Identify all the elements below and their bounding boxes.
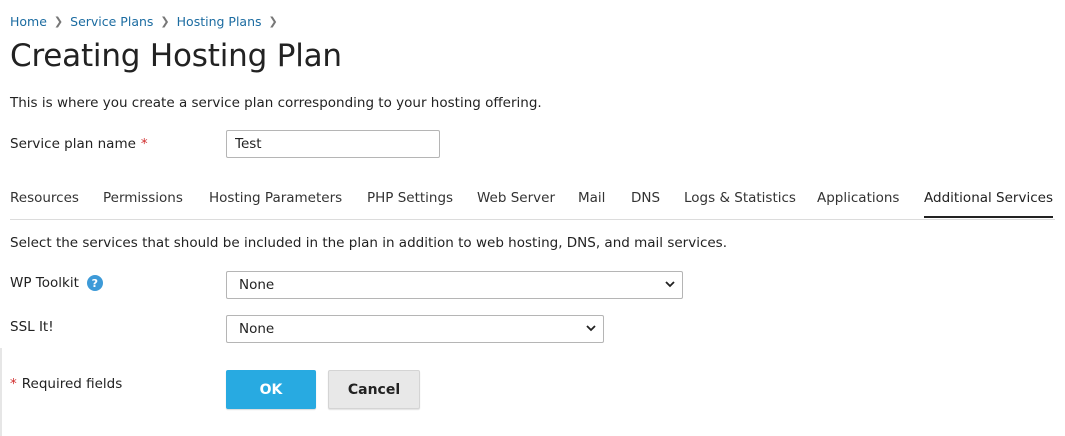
tab-php-settings[interactable]: PHP Settings bbox=[367, 190, 453, 218]
plan-tabs: Resources Permissions Hosting Parameters… bbox=[10, 190, 1055, 220]
ssl-it-label-text: SSL It! bbox=[10, 319, 54, 335]
services-description: Select the services that should be inclu… bbox=[10, 235, 728, 251]
required-asterisk: * bbox=[140, 136, 148, 152]
left-edge-rule bbox=[0, 348, 2, 436]
tab-resources[interactable]: Resources bbox=[10, 190, 79, 218]
service-plan-name-label: Service plan name * bbox=[10, 136, 148, 152]
page-title: Creating Hosting Plan bbox=[10, 38, 342, 74]
cancel-button[interactable]: Cancel bbox=[328, 370, 420, 409]
help-icon[interactable]: ? bbox=[86, 275, 103, 291]
required-fields-text: Required fields bbox=[21, 376, 123, 392]
service-plan-name-input[interactable] bbox=[226, 130, 440, 158]
ssl-it-label: SSL It! bbox=[10, 319, 54, 335]
service-plan-name-label-text: Service plan name bbox=[10, 136, 136, 152]
wp-toolkit-select-value: None bbox=[239, 277, 275, 293]
required-asterisk: * bbox=[10, 376, 17, 392]
chevron-right-icon: ❯ bbox=[268, 15, 278, 28]
chevron-right-icon: ❯ bbox=[53, 15, 64, 28]
tab-mail[interactable]: Mail bbox=[578, 190, 605, 218]
breadcrumb-service-plans[interactable]: Service Plans bbox=[70, 14, 153, 29]
ssl-it-select[interactable]: None bbox=[226, 315, 604, 343]
tab-additional-services[interactable]: Additional Services bbox=[924, 190, 1053, 218]
chevron-down-icon bbox=[586, 325, 596, 332]
tab-dns[interactable]: DNS bbox=[631, 190, 660, 218]
chevron-right-icon: ❯ bbox=[160, 15, 170, 28]
tab-web-server[interactable]: Web Server bbox=[477, 190, 555, 218]
breadcrumb: Home ❯ Service Plans ❯ Hosting Plans ❯ bbox=[10, 14, 285, 29]
tab-logs-statistics[interactable]: Logs & Statistics bbox=[684, 190, 796, 218]
ok-button[interactable]: OK bbox=[226, 370, 316, 409]
tab-applications[interactable]: Applications bbox=[817, 190, 899, 218]
tab-permissions[interactable]: Permissions bbox=[103, 190, 183, 218]
breadcrumb-home[interactable]: Home bbox=[10, 14, 47, 29]
wp-toolkit-label-text: WP Toolkit bbox=[10, 275, 79, 291]
breadcrumb-hosting-plans[interactable]: Hosting Plans bbox=[177, 14, 262, 29]
required-fields-note: * Required fields bbox=[10, 376, 122, 392]
wp-toolkit-label: WP Toolkit ? bbox=[10, 275, 103, 291]
tab-hosting-parameters[interactable]: Hosting Parameters bbox=[209, 190, 342, 218]
chevron-down-icon bbox=[665, 281, 675, 288]
page-intro: This is where you create a service plan … bbox=[10, 95, 542, 111]
wp-toolkit-select[interactable]: None bbox=[226, 271, 683, 299]
ssl-it-select-value: None bbox=[239, 321, 275, 337]
